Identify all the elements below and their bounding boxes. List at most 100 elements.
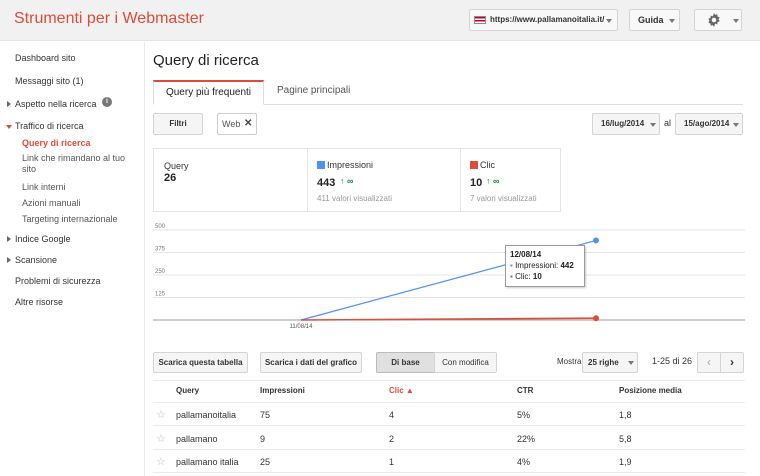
table-header-border: [153, 402, 745, 403]
summary-clicks-value: 10: [470, 177, 483, 189]
impressions-legend-swatch[interactable]: [317, 161, 325, 169]
chevron-down-icon: [669, 19, 675, 23]
cell-query[interactable]: pallamanoitalia: [176, 410, 236, 420]
y-tick-label: 125: [155, 292, 166, 298]
y-tick-label: 500: [155, 224, 166, 230]
y-tick-label: 375: [155, 247, 166, 253]
column-header-impressions[interactable]: Impressioni: [260, 386, 305, 395]
chevron-down-icon: [733, 123, 739, 127]
sidebar-item-international-targeting[interactable]: Targeting internazionale: [22, 214, 118, 225]
download-table-button[interactable]: Scarica questa tabella: [153, 352, 248, 373]
cell-impressions: 9: [260, 434, 266, 444]
row-divider: [153, 425, 745, 426]
settings-button[interactable]: [694, 9, 742, 31]
prev-page-button[interactable]: ‹: [697, 352, 721, 373]
filters-button[interactable]: Filtri: [153, 113, 203, 135]
with-changes-view-button[interactable]: Con modifica: [434, 352, 497, 373]
column-header-avg-position[interactable]: Posizione media: [619, 386, 682, 395]
chevron-right-icon[interactable]: [7, 257, 11, 263]
download-chart-data-button[interactable]: Scarica i dati del grafico: [260, 352, 362, 373]
show-rows-label: Mostra: [557, 357, 582, 366]
cell-query[interactable]: pallamano: [176, 434, 218, 444]
rows-per-page-value: 25 righe: [588, 358, 619, 367]
tooltip-date: 12/08/14: [510, 250, 542, 259]
gear-icon: [708, 13, 720, 27]
summary-impressions-sub: 411 valori visualizzati: [317, 194, 392, 203]
trend-up-icon: ↑ ∞: [486, 176, 500, 186]
sidebar-item-google-index[interactable]: Indice Google: [15, 234, 71, 245]
cell-ctr: 22%: [517, 434, 536, 444]
cell-clicks: 1: [389, 457, 395, 467]
summary-query-value: 26: [164, 172, 177, 184]
sidebar-item-search-appearance[interactable]: Aspetto nella ricerca: [15, 99, 97, 110]
star-icon[interactable]: ☆: [156, 432, 166, 445]
chevron-right-icon[interactable]: [7, 101, 11, 107]
summary-clicks-label: Clic: [480, 160, 495, 170]
rows-per-page-select[interactable]: 25 righe: [582, 352, 638, 373]
sidebar-item-links-to-site[interactable]: Link che rimandano al tuo sito: [22, 153, 137, 175]
chevron-right-icon[interactable]: [7, 236, 11, 242]
clicks-legend-swatch[interactable]: [470, 161, 478, 169]
trend-up-icon: ↑ ∞: [340, 176, 354, 186]
close-icon[interactable]: ✕: [244, 114, 252, 134]
tooltip-impressions-label: Impressioni:: [515, 261, 559, 270]
queries-line-chart[interactable]: 500 375 250 125 11/08/14: [153, 222, 745, 332]
basic-view-button[interactable]: Di base: [376, 352, 435, 373]
sidebar-item-security-issues[interactable]: Problemi di sicurezza: [15, 276, 101, 287]
chevron-down-icon: [628, 361, 634, 365]
summary-divider: [307, 149, 308, 211]
star-icon[interactable]: ☆: [156, 455, 166, 468]
chevron-down-icon: [733, 19, 739, 23]
chevron-left-icon: ‹: [707, 355, 711, 369]
star-icon[interactable]: ☆: [156, 408, 166, 421]
summary-clicks-sub: 7 valori visualizzati: [470, 194, 537, 203]
next-page-button[interactable]: ›: [720, 352, 744, 373]
top-header: Strumenti per i Webmaster https://www.pa…: [0, 0, 760, 41]
cell-impressions: 75: [260, 410, 271, 420]
summary-divider: [460, 149, 461, 211]
tooltip-clicks-value: 10: [532, 272, 542, 281]
site-selector[interactable]: https://www.pallamanoitalia.it/: [469, 9, 618, 31]
sidebar-item-manual-actions[interactable]: Azioni manuali: [22, 198, 81, 209]
date-to-label: 15/ago/2014: [684, 119, 730, 128]
chevron-down-icon[interactable]: [6, 125, 12, 129]
date-from-label: 16/lug/2014: [601, 119, 645, 128]
table-top-border: [153, 380, 745, 381]
column-header-clicks[interactable]: Clic ▲: [389, 386, 414, 395]
app-title[interactable]: Strumenti per i Webmaster: [14, 10, 204, 28]
cell-query[interactable]: pallamano italia: [176, 457, 239, 467]
sidebar-item-dashboard[interactable]: Dashboard sito: [15, 53, 76, 64]
sidebar-item-other-resources[interactable]: Altre risorse: [15, 297, 63, 308]
tab-top-pages[interactable]: Pagine principali: [277, 85, 350, 96]
chevron-down-icon: [650, 123, 656, 127]
sidebar-item-messages[interactable]: Messaggi sito (1): [15, 76, 84, 87]
summary-impressions-value: 443: [317, 177, 336, 189]
summary-impressions-label: Impressioni: [327, 160, 374, 170]
sidebar-item-crawl[interactable]: Scansione: [15, 255, 57, 266]
chevron-down-icon: [606, 19, 612, 23]
info-icon[interactable]: i: [102, 97, 112, 107]
tooltip-impressions: ▪ Impressioni: 442: [510, 261, 574, 270]
sidebar-item-search-traffic[interactable]: Traffico di ricerca: [15, 121, 84, 132]
row-divider: [153, 472, 745, 473]
chart-tooltip: 12/08/14 ▪ Impressioni: 442 ▪ Clic: 10: [505, 245, 585, 287]
date-to-select[interactable]: 15/ago/2014: [675, 113, 743, 135]
cell-impressions: 25: [260, 457, 271, 467]
x-tick-label: 11/08/14: [290, 324, 314, 330]
date-from-select[interactable]: 16/lug/2014: [592, 113, 660, 135]
column-header-ctr[interactable]: CTR: [517, 386, 533, 395]
filter-chip-web[interactable]: Web ✕: [217, 113, 257, 135]
sidebar-item-internal-links[interactable]: Link interni: [22, 182, 66, 193]
data-point-clicks: [593, 315, 599, 322]
cell-ctr: 4%: [517, 457, 531, 467]
date-separator: al: [664, 118, 672, 128]
tab-top-queries[interactable]: Query più frequenti: [153, 80, 264, 105]
help-button[interactable]: Guida: [629, 9, 680, 31]
filter-chip-label: Web: [222, 119, 241, 129]
column-header-query[interactable]: Query: [176, 386, 199, 395]
cell-clicks: 4: [389, 410, 395, 420]
page-title: Query di ricerca: [153, 52, 259, 69]
cell-avg-position: 5,8: [619, 434, 632, 444]
sidebar-item-search-queries[interactable]: Query di ricerca: [22, 138, 91, 149]
summary-panel: Query 26 Impressioni 443 ↑ ∞ 411 valori …: [153, 148, 561, 212]
